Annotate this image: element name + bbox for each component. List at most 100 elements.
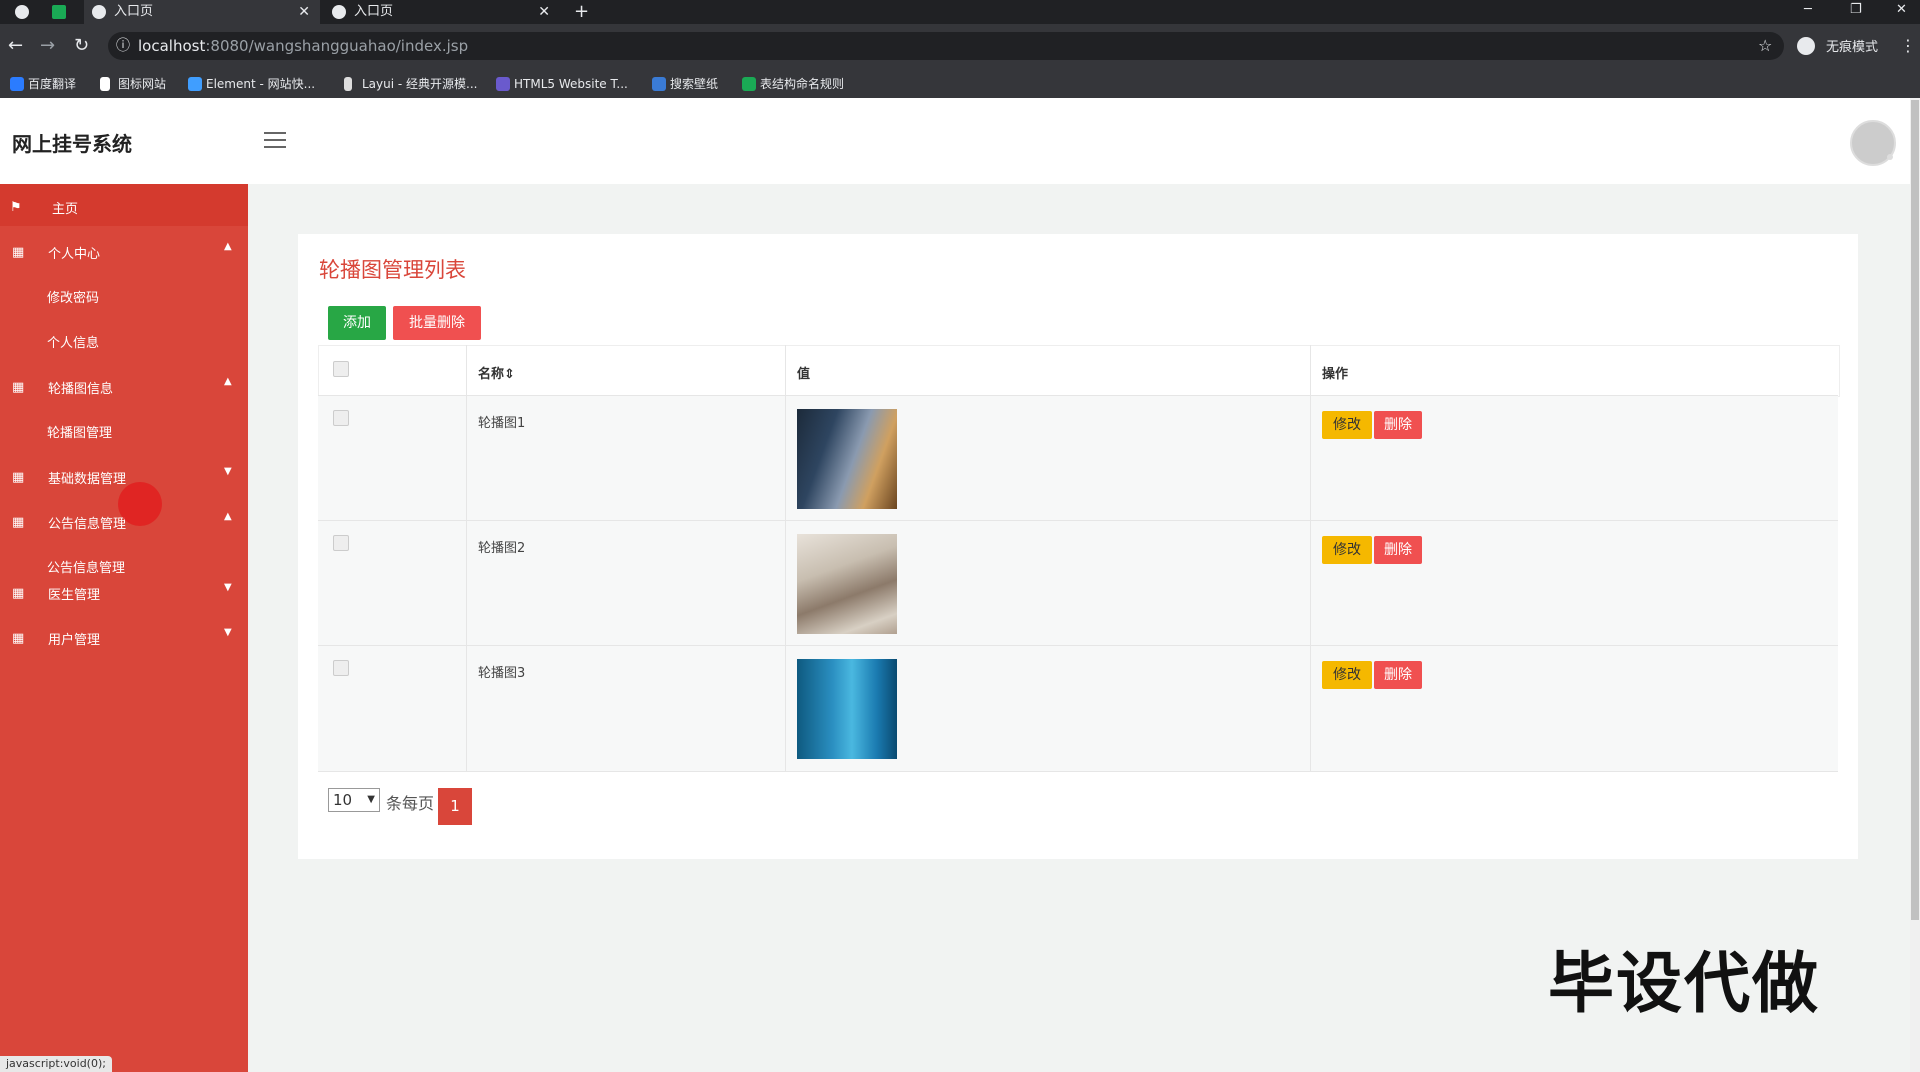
delete-button[interactable]: 删除 xyxy=(1374,661,1422,689)
carousel-thumbnail xyxy=(797,659,897,759)
bookmark-item[interactable]: 图标网站 xyxy=(100,74,166,94)
browser-tab-pinned[interactable] xyxy=(10,0,34,24)
incognito-label: 无痕模式 xyxy=(1826,40,1879,55)
bookmark-label: 搜索壁纸 xyxy=(670,77,719,91)
avatar[interactable] xyxy=(1850,120,1896,166)
sidebar-item-label: 主页 xyxy=(52,202,79,217)
bookmark-item[interactable]: 表结构命名规则 xyxy=(742,74,844,94)
globe-icon xyxy=(332,5,346,19)
bookmark-item[interactable]: Element - 网站快... xyxy=(188,74,315,94)
sidebar-subitem-notice-manage[interactable]: 公告信息管理 xyxy=(47,557,125,576)
table-row xyxy=(318,645,1838,772)
element-icon xyxy=(188,77,202,91)
wallpaper-icon xyxy=(652,77,666,91)
carousel-thumbnail xyxy=(797,409,897,509)
select-all-checkbox[interactable] xyxy=(333,361,349,377)
flag-icon: ⚑ xyxy=(10,200,22,215)
column-header-actions: 操作 xyxy=(1322,367,1349,382)
bookmark-label: 表结构命名规则 xyxy=(760,77,845,91)
sidebar-subitem-change-password[interactable]: 修改密码 xyxy=(47,287,99,306)
sidebar-subitem-profile[interactable]: 个人信息 xyxy=(47,332,99,351)
row-checkbox[interactable] xyxy=(333,660,349,676)
column-divider xyxy=(785,345,786,771)
caret-icon: ▼ xyxy=(224,627,232,638)
minimize-icon[interactable]: ─ xyxy=(1804,0,1812,20)
forward-icon[interactable]: → xyxy=(40,36,55,56)
app-header xyxy=(0,98,1910,184)
layui-icon xyxy=(344,77,352,91)
bookmark-label: Layui - 经典开源模... xyxy=(362,77,478,91)
close-icon[interactable]: ✕ xyxy=(298,0,310,24)
sidebar-item-home[interactable] xyxy=(0,184,248,226)
delete-button[interactable]: 删除 xyxy=(1374,411,1422,439)
url-text[interactable]: localhost:8080/wangshangguahao/index.jsp xyxy=(138,36,468,56)
grid-icon: ▦ xyxy=(12,470,25,485)
sidebar-item-label: 个人中心 xyxy=(48,247,101,262)
browser-status-text: javascript:void(0); xyxy=(0,1056,112,1072)
bookmark-item[interactable]: HTML5 Website T... xyxy=(496,74,628,94)
close-icon[interactable]: ✕ xyxy=(538,0,550,24)
new-tab-icon[interactable]: + xyxy=(574,0,589,24)
bookmark-label: 百度翻译 xyxy=(28,77,77,91)
caret-icon: ▼ xyxy=(224,466,232,477)
menu-toggle-icon[interactable] xyxy=(264,132,286,148)
incognito-icon xyxy=(1797,37,1815,55)
batch-delete-button[interactable]: 批量删除 xyxy=(393,306,481,340)
edit-button[interactable]: 修改 xyxy=(1322,411,1372,439)
edit-button[interactable]: 修改 xyxy=(1322,536,1372,564)
sidebar-item-label: 轮播图信息 xyxy=(48,382,114,397)
browser-tab-1[interactable]: 入口页 ✕ xyxy=(84,0,320,24)
page-size-value: 10 xyxy=(333,791,353,809)
page-size-select[interactable]: 10 ▼ xyxy=(328,788,380,812)
grid-icon: ▦ xyxy=(12,586,25,601)
page-button-current[interactable]: 1 xyxy=(438,788,472,825)
sidebar-item-label: 基础数据管理 xyxy=(48,472,127,487)
url-path: :8080/wangshangguahao/index.jsp xyxy=(205,37,469,55)
edit-button[interactable]: 修改 xyxy=(1322,661,1372,689)
window-close-icon[interactable]: ✕ xyxy=(1896,0,1907,20)
html5-icon xyxy=(496,77,510,91)
back-icon[interactable]: ← xyxy=(8,36,23,56)
bookmark-item[interactable]: Layui - 经典开源模... xyxy=(344,74,477,94)
info-icon[interactable]: ⓘ xyxy=(116,36,130,56)
caret-icon: ▲ xyxy=(224,376,232,387)
page-scrollbar-thumb[interactable] xyxy=(1911,100,1919,920)
browser-menu-icon[interactable]: ⋮ xyxy=(1900,36,1916,55)
add-button[interactable]: 添加 xyxy=(328,306,386,340)
globe-icon xyxy=(92,5,106,19)
table-row xyxy=(318,395,1838,521)
sidebar-item-label: 公告信息管理 xyxy=(48,517,127,532)
restore-icon[interactable]: ❐ xyxy=(1850,0,1862,20)
column-divider xyxy=(466,345,467,771)
carousel-thumbnail xyxy=(797,534,897,634)
bookmark-label: HTML5 Website T... xyxy=(514,77,628,91)
sidebar-subitem-carousel-manage[interactable]: 轮播图管理 xyxy=(47,422,112,441)
chevron-down-icon: ▼ xyxy=(367,794,375,805)
url-host: localhost xyxy=(138,37,206,55)
delete-button[interactable]: 删除 xyxy=(1374,536,1422,564)
watermark-text: 毕设代做 xyxy=(1548,945,1820,1022)
sidebar-item-label: 医生管理 xyxy=(48,588,101,603)
bookmark-label: Element - 网站快... xyxy=(206,77,316,91)
status-dot xyxy=(1887,154,1893,160)
bookmark-label: 图标网站 xyxy=(118,77,167,91)
browser-tab-pinned-sheets[interactable] xyxy=(44,0,72,24)
row-checkbox[interactable] xyxy=(333,410,349,426)
sidebar-item-label: 用户管理 xyxy=(48,633,101,648)
caret-icon: ▲ xyxy=(224,511,232,522)
browser-tab-2[interactable]: 入口页 ✕ xyxy=(324,0,560,24)
bookmark-item[interactable]: 百度翻译 xyxy=(10,74,76,94)
row-name: 轮播图1 xyxy=(478,416,526,431)
reload-icon[interactable]: ↻ xyxy=(74,36,89,56)
sheets-icon xyxy=(742,77,756,91)
row-name: 轮播图3 xyxy=(478,666,526,681)
bookmark-star-icon[interactable]: ☆ xyxy=(1758,36,1772,55)
column-header-value: 值 xyxy=(797,367,811,382)
row-checkbox[interactable] xyxy=(333,535,349,551)
app-title: 网上挂号系统 xyxy=(12,132,132,156)
row-name: 轮播图2 xyxy=(478,541,526,556)
bookmark-item[interactable]: 搜索壁纸 xyxy=(652,74,718,94)
sidebar xyxy=(0,184,248,1072)
column-header-name[interactable]: 名称⇕ xyxy=(478,363,515,382)
grid-icon: ▦ xyxy=(12,515,25,530)
